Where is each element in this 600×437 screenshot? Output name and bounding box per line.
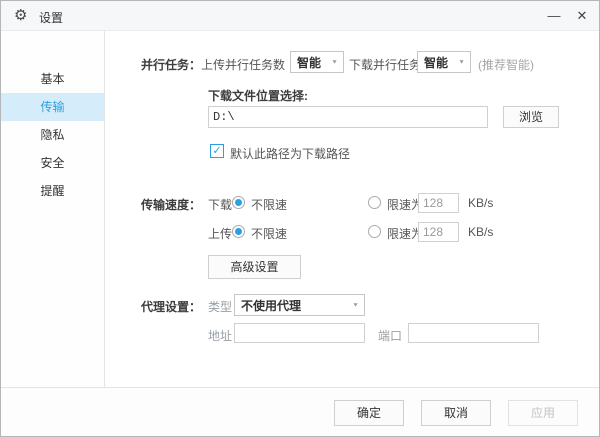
parallel-tasks-label: 并行任务： xyxy=(141,56,201,73)
upload-row-label: 上传 xyxy=(208,225,232,242)
download-unlimited-label: 不限速 xyxy=(251,196,287,213)
sidebar-item-privacy[interactable]: 隐私 xyxy=(1,121,104,149)
download-row-label: 下载 xyxy=(208,196,232,213)
title-bar: ⚙ 设置 — ✕ xyxy=(1,1,599,31)
download-parallel-count-select[interactable]: 智能 ▼ xyxy=(417,51,471,73)
cancel-button[interactable]: 取消 xyxy=(421,400,491,426)
proxy-type-label: 类型 xyxy=(208,298,232,315)
chevron-down-icon: ▼ xyxy=(458,59,465,65)
apply-button: 应用 xyxy=(508,400,578,426)
parallel-recommend-hint: (推荐智能) xyxy=(478,56,534,73)
transfer-speed-label: 传输速度： xyxy=(141,196,201,213)
proxy-type-select[interactable]: 不使用代理 ▼ xyxy=(234,294,365,316)
proxy-port-input[interactable] xyxy=(408,323,539,343)
download-parallel-count-value: 智能 xyxy=(424,54,448,71)
upload-limit-unit: KB/s xyxy=(468,225,493,239)
advanced-settings-button[interactable]: 高级设置 xyxy=(208,255,301,279)
download-unlimited-radio[interactable] xyxy=(232,196,245,209)
settings-window: ⚙ 设置 — ✕ 基本 传输 隐私 安全 提醒 并行任务： 上传并行任务数 智能… xyxy=(0,0,600,437)
gear-icon: ⚙ xyxy=(14,7,27,25)
sidebar-item-security[interactable]: 安全 xyxy=(1,149,104,177)
download-location-label: 下载文件位置选择: xyxy=(208,87,308,104)
default-path-checkbox-label: 默认此路径为下载路径 xyxy=(230,145,350,162)
proxy-address-input[interactable] xyxy=(234,323,365,343)
close-button[interactable]: ✕ xyxy=(565,1,599,30)
upload-unlimited-radio[interactable] xyxy=(232,225,245,238)
default-path-checkbox[interactable]: ✓ xyxy=(210,144,224,158)
download-path-input[interactable] xyxy=(208,106,488,128)
proxy-port-label: 端口 xyxy=(378,327,402,344)
upload-parallel-count-label: 上传并行任务数 xyxy=(201,56,285,73)
check-icon: ✓ xyxy=(212,145,221,157)
sidebar-item-reminder[interactable]: 提醒 xyxy=(1,177,104,205)
upload-parallel-count-value: 智能 xyxy=(297,54,321,71)
upload-limit-input[interactable] xyxy=(418,222,459,242)
download-limit-input[interactable] xyxy=(418,193,459,213)
sidebar-item-transfer[interactable]: 传输 xyxy=(1,93,104,121)
proxy-type-value: 不使用代理 xyxy=(241,297,301,314)
download-limit-unit: KB/s xyxy=(468,196,493,210)
sidebar-item-basic[interactable]: 基本 xyxy=(1,65,104,93)
window-title: 设置 xyxy=(39,9,63,26)
download-limited-radio[interactable] xyxy=(368,196,381,209)
chevron-down-icon: ▼ xyxy=(331,59,338,65)
upload-unlimited-label: 不限速 xyxy=(251,225,287,242)
upload-parallel-count-select[interactable]: 智能 ▼ xyxy=(290,51,344,73)
ok-button[interactable]: 确定 xyxy=(334,400,404,426)
proxy-settings-label: 代理设置： xyxy=(141,298,201,315)
upload-limited-radio[interactable] xyxy=(368,225,381,238)
browse-button[interactable]: 浏览 xyxy=(503,106,559,128)
sidebar: 基本 传输 隐私 安全 提醒 xyxy=(1,31,105,387)
proxy-address-label: 地址 xyxy=(208,327,232,344)
chevron-down-icon: ▼ xyxy=(352,302,359,308)
